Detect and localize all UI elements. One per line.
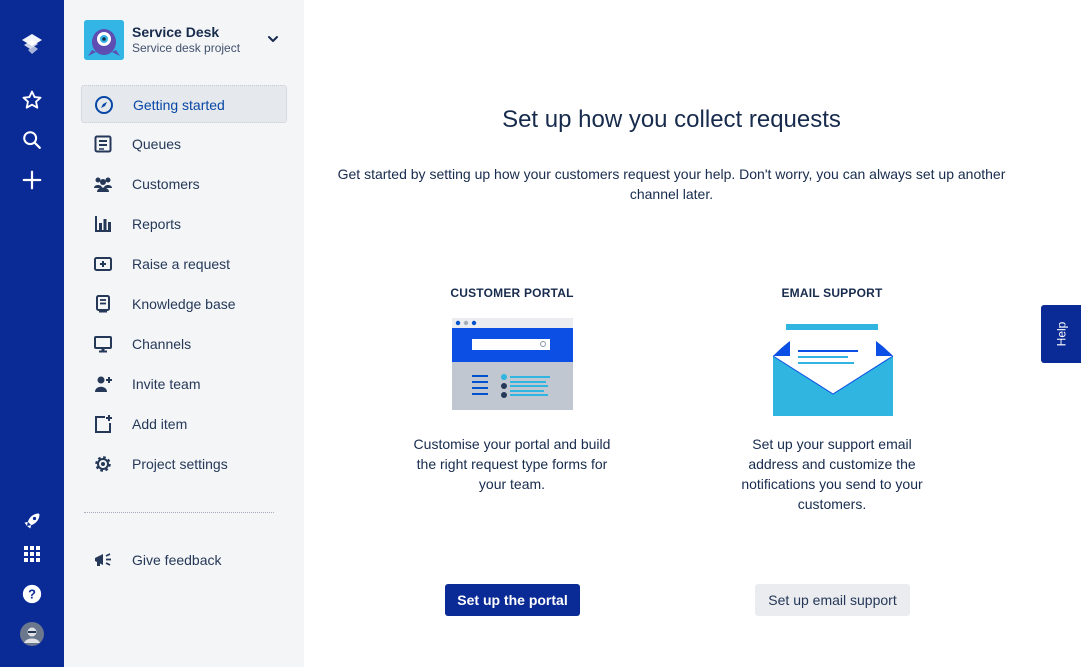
sidebar-item-customers[interactable]: Customers [81, 165, 287, 203]
setup-portal-button[interactable]: Set up the portal [445, 584, 580, 616]
sidebar-item-add-item[interactable]: Add item [81, 405, 287, 443]
user-avatar-icon[interactable] [16, 618, 48, 650]
sidebar-item-give-feedback[interactable]: Give feedback [81, 541, 287, 579]
sidebar-item-knowledge-base[interactable]: Knowledge base [81, 285, 287, 323]
sidebar-item-label: Queues [132, 136, 182, 152]
sidebar-item-label: Add item [132, 416, 188, 432]
help-tab[interactable]: Help [1041, 305, 1081, 363]
add-request-icon [93, 254, 113, 274]
project-type: Service desk project [132, 41, 241, 55]
setup-email-support-button[interactable]: Set up email support [755, 584, 910, 616]
project-name: Service Desk [132, 24, 220, 40]
compass-icon [94, 95, 114, 115]
sidebar-item-label: Give feedback [132, 552, 222, 568]
sidebar-item-label: Raise a request [132, 256, 231, 272]
sidebar-item-label: Getting started [133, 97, 225, 113]
add-item-icon [93, 414, 113, 434]
svg-text:?: ? [28, 587, 36, 602]
sidebar-item-label: Invite team [132, 376, 201, 392]
page-subtitle: Get started by setting up how your custo… [337, 166, 1006, 202]
sidebar-item-label: Reports [132, 216, 182, 232]
card-description-customer-portal: Customise your portal and build the righ… [413, 436, 611, 492]
plus-icon[interactable] [16, 164, 48, 196]
sidebar-item-invite-team[interactable]: Invite team [81, 365, 287, 403]
global-nav: ? [0, 0, 64, 667]
sidebar-item-project-settings[interactable]: Project settings [81, 445, 287, 483]
sidebar-item-label: Project settings [132, 456, 228, 472]
help-icon[interactable]: ? [16, 578, 48, 610]
megaphone-icon [93, 550, 113, 570]
card-title-customer-portal: CUSTOMER PORTAL [450, 286, 574, 300]
page-title: Set up how you collect requests [502, 106, 841, 133]
sidebar-item-label: Knowledge base [132, 296, 236, 312]
invite-icon [93, 374, 113, 394]
sidebar-item-queues[interactable]: Queues [81, 125, 287, 163]
chevron-down-icon [266, 32, 280, 51]
card-title-email-support: EMAIL SUPPORT [781, 286, 883, 300]
sidebar-item-raise-request[interactable]: Raise a request [81, 245, 287, 283]
email-support-illustration [772, 312, 894, 416]
chart-icon [93, 214, 113, 234]
sidebar-item-channels[interactable]: Channels [81, 325, 287, 363]
sidebar-item-label: Channels [132, 336, 192, 352]
app-logo-icon[interactable] [16, 28, 48, 60]
customer-portal-illustration [452, 318, 573, 410]
sidebar-item-getting-started[interactable]: Getting started [81, 85, 287, 123]
help-tab-label: Help [1054, 321, 1068, 347]
gear-icon [93, 454, 113, 474]
search-icon[interactable] [16, 124, 48, 156]
people-icon [93, 174, 113, 194]
project-sidebar: Service Desk Service desk project Gettin… [64, 0, 304, 667]
app-switcher-icon[interactable] [16, 538, 48, 570]
sidebar-item-reports[interactable]: Reports [81, 205, 287, 243]
rocket-icon[interactable] [16, 505, 48, 537]
sidebar-divider [84, 512, 274, 513]
project-avatar [84, 20, 124, 60]
queue-icon [93, 134, 113, 154]
monitor-icon [93, 334, 113, 354]
book-icon [93, 294, 113, 314]
sidebar-item-label: Customers [132, 176, 200, 192]
star-icon[interactable] [16, 84, 48, 116]
card-description-email-support: Set up your support email address and cu… [741, 436, 923, 512]
project-switcher[interactable]: Service Desk Service desk project [84, 20, 284, 60]
